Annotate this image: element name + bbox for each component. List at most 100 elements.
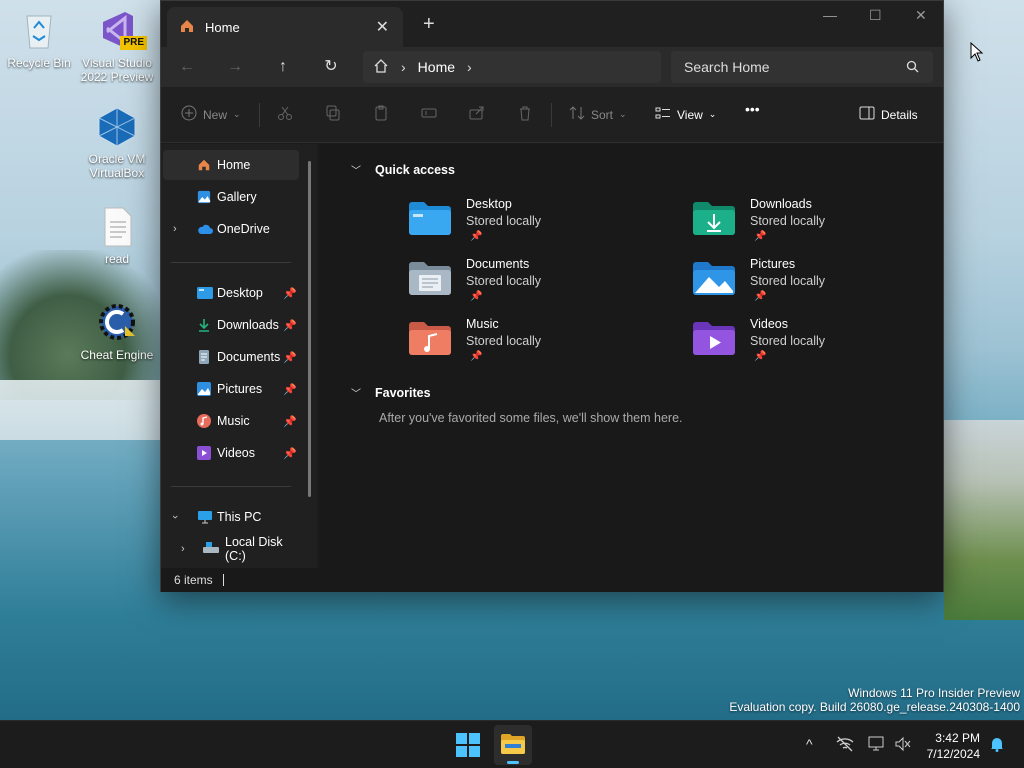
sidebar-item-desktop[interactable]: Desktop 📌 [163,278,299,308]
favorites-header[interactable]: ﹀ Favorites [351,385,431,401]
sidebar-item-this-pc[interactable]: › This PC [163,502,299,532]
details-button[interactable]: Details [859,105,918,124]
mouse-cursor-icon [970,41,984,65]
desktop-icon-cheat-engine[interactable]: Cheat Engine [78,300,156,362]
view-label: View [677,107,703,122]
quick-access-pictures[interactable]: Pictures Stored locally 📌 [693,257,953,311]
taskbar-file-explorer[interactable] [494,725,532,765]
paste-button[interactable] [373,105,389,124]
quick-access-music[interactable]: Music Stored locally 📌 [409,317,669,371]
up-button[interactable]: ↑ [271,55,295,79]
sidebar-item-videos[interactable]: Videos 📌 [163,438,299,468]
file-explorer-window: Home ✕ + — ☐ ✕ ← → ↑ ↻ › Home › Search H… [160,0,944,592]
desktop-icon-virtualbox[interactable]: Oracle VM VirtualBox [78,104,156,180]
new-tab-button[interactable]: + [423,13,435,36]
close-window-button[interactable]: ✕ [915,7,927,24]
pin-icon[interactable]: 📌 [283,383,297,396]
chevron-right-icon[interactable]: › [181,543,185,555]
sidebar-divider [171,486,291,487]
home-icon [179,18,195,37]
breadcrumb-chevron-icon[interactable]: › [467,59,472,75]
folder-status: Stored locally [750,274,826,288]
desktop-icon-visual-studio[interactable]: PRE Visual Studio 2022 Preview [78,8,156,84]
rename-button[interactable] [421,105,437,124]
gallery-icon [197,190,211,204]
tab-close-icon[interactable]: ✕ [376,17,389,37]
clock[interactable]: 3:42 PM 7/12/2024 [927,730,980,762]
volume-muted-icon[interactable] [894,736,912,755]
sidebar-item-label: Home [217,158,251,172]
search-input[interactable]: Search Home [671,51,933,83]
share-button[interactable] [469,105,485,124]
chevron-down-icon[interactable]: › [169,515,181,519]
sidebar-item-documents[interactable]: Documents 📌 [163,342,299,372]
folder-status: Stored locally [750,214,826,228]
back-button[interactable]: ← [175,55,199,79]
sidebar-item-pictures[interactable]: Pictures 📌 [163,374,299,404]
breadcrumb-home[interactable]: Home [418,59,455,75]
details-pane-icon [859,105,875,124]
sidebar-item-music[interactable]: Music 📌 [163,406,299,436]
quick-access-downloads[interactable]: Downloads Stored locally 📌 [693,197,953,251]
minimize-button[interactable]: — [823,7,837,23]
pictures-icon [197,382,211,396]
view-list-icon [655,105,671,124]
more-options-button[interactable]: ••• [745,101,760,117]
quick-access-header[interactable]: ﹀ Quick access [351,162,455,178]
desktop-icon-label: read [104,252,130,266]
sidebar-divider [171,262,291,263]
watermark-line: Windows 11 Pro Insider Preview [848,686,1020,700]
videos-folder-icon [693,321,735,355]
copy-button[interactable] [325,105,341,124]
desktop-icon-label: Cheat Engine [80,348,154,362]
start-button[interactable] [456,733,480,760]
refresh-button[interactable]: ↻ [319,55,343,79]
pin-icon: 📌 [754,351,767,362]
sidebar-item-gallery[interactable]: Gallery [163,182,299,212]
status-bar: 6 items [161,568,943,592]
remote-display-icon[interactable] [868,736,886,755]
section-title: Quick access [375,162,455,177]
pin-icon[interactable]: 📌 [283,287,297,300]
quick-access-documents[interactable]: Documents Stored locally 📌 [409,257,669,311]
folder-status: Stored locally [466,274,542,288]
delete-button[interactable] [517,105,533,124]
section-title: Favorites [375,385,431,400]
notification-bell-icon[interactable] [990,736,1004,755]
pin-icon[interactable]: 📌 [283,351,297,364]
tab-home[interactable]: Home ✕ [167,7,403,47]
toolbar-divider [551,103,552,127]
maximize-button[interactable]: ☐ [869,7,882,24]
chevron-right-icon[interactable]: › [173,223,177,235]
desktop-icon-recycle-bin[interactable]: Recycle Bin [0,8,78,70]
network-disconnected-icon[interactable] [836,736,854,755]
sort-icon [569,105,585,124]
pin-icon[interactable]: 📌 [283,447,297,460]
sidebar-item-onedrive[interactable]: › OneDrive [163,214,299,244]
quick-access-desktop[interactable]: Desktop Stored locally 📌 [409,197,669,251]
sort-button[interactable]: Sort ⌄ [569,105,627,124]
folder-name: Desktop [466,197,512,211]
pin-icon: 📌 [470,291,483,302]
show-hidden-icons-button[interactable]: ^ [806,736,813,752]
cut-button[interactable] [277,105,293,124]
sidebar-item-label: Gallery [217,190,257,204]
visual-studio-icon: PRE [95,8,147,52]
new-button[interactable]: New ⌄ [181,105,241,124]
address-bar[interactable]: › Home › [363,51,661,83]
quick-access-videos[interactable]: Videos Stored locally 📌 [693,317,953,371]
pin-icon: 📌 [754,291,767,302]
pin-icon[interactable]: 📌 [283,319,297,332]
folder-name: Pictures [750,257,796,271]
navigation-bar: ← → ↑ ↻ › Home › Search Home [161,47,943,87]
pin-icon[interactable]: 📌 [283,415,297,428]
sidebar-scrollbar[interactable] [308,161,311,497]
rename-icon [421,105,437,124]
sidebar-item-downloads[interactable]: Downloads 📌 [163,310,299,340]
sidebar-item-home[interactable]: Home [163,150,299,180]
sidebar-item-local-disk[interactable]: › Local Disk (C:) [163,534,299,564]
toolbar-divider [259,103,260,127]
forward-button[interactable]: → [223,55,247,79]
view-button[interactable]: View ⌄ [655,105,716,124]
desktop-icon-read[interactable]: read [78,204,156,266]
